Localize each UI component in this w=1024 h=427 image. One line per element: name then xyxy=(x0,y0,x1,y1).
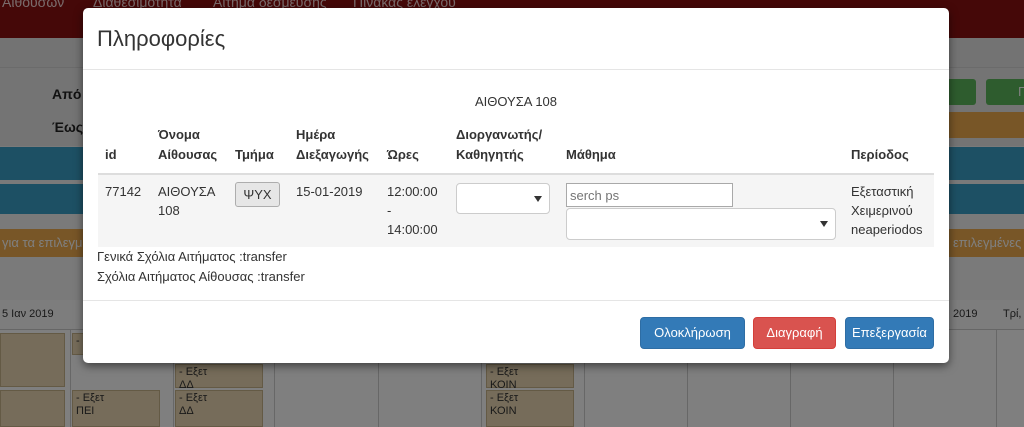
room-comments: Σχόλια Αιτήματος Αίθουσας :transfer xyxy=(97,269,305,284)
cell-id: 77142 xyxy=(105,184,142,199)
delete-button[interactable]: Διαγραφή xyxy=(753,317,836,349)
cell-hours: 12:00:00 - 14:00:00 xyxy=(387,184,438,237)
organizer-select[interactable] xyxy=(456,183,550,214)
info-modal: Πληροφορίες ΑΙΘΟΥΣΑ 108 id Όνομα Αίθουσα… xyxy=(83,8,949,363)
general-comments: Γενικά Σχόλια Αιτήματος :transfer xyxy=(97,249,287,264)
department-button[interactable]: ΨΥΧ xyxy=(235,182,280,207)
complete-button[interactable]: Ολοκλήρωση xyxy=(640,317,745,349)
modal-footer-divider xyxy=(83,300,949,301)
room-caption: ΑΙΘΟΥΣΑ 108 xyxy=(474,94,558,109)
edit-button[interactable]: Επεξεργασία xyxy=(845,317,934,349)
header-organizer: Διοργανωτής/ Καθηγητής xyxy=(456,127,543,162)
chevron-down-icon xyxy=(534,195,542,202)
modal-header: Πληροφορίες xyxy=(83,8,949,70)
header-course: Μάθημα xyxy=(566,147,616,162)
header-id: id xyxy=(105,147,117,162)
cell-room-name: ΑΙΘΟΥΣΑ 108 xyxy=(158,184,216,218)
cell-period: Εξεταστική Χειμερινού neaperiodos xyxy=(851,184,923,237)
header-period: Περίοδος xyxy=(851,147,909,162)
chevron-down-icon xyxy=(820,221,828,227)
header-date: Ημέρα Διεξαγωγής xyxy=(296,127,369,162)
header-department: Τμήμα xyxy=(235,147,274,162)
header-room-name: Όνομα Αίθουσας xyxy=(158,127,218,162)
course-select[interactable] xyxy=(566,208,836,240)
course-search-input[interactable] xyxy=(566,183,733,207)
modal-title: Πληροφορίες xyxy=(97,26,226,51)
header-hours: Ώρες xyxy=(387,147,419,162)
cell-date: 15-01-2019 xyxy=(296,184,363,199)
